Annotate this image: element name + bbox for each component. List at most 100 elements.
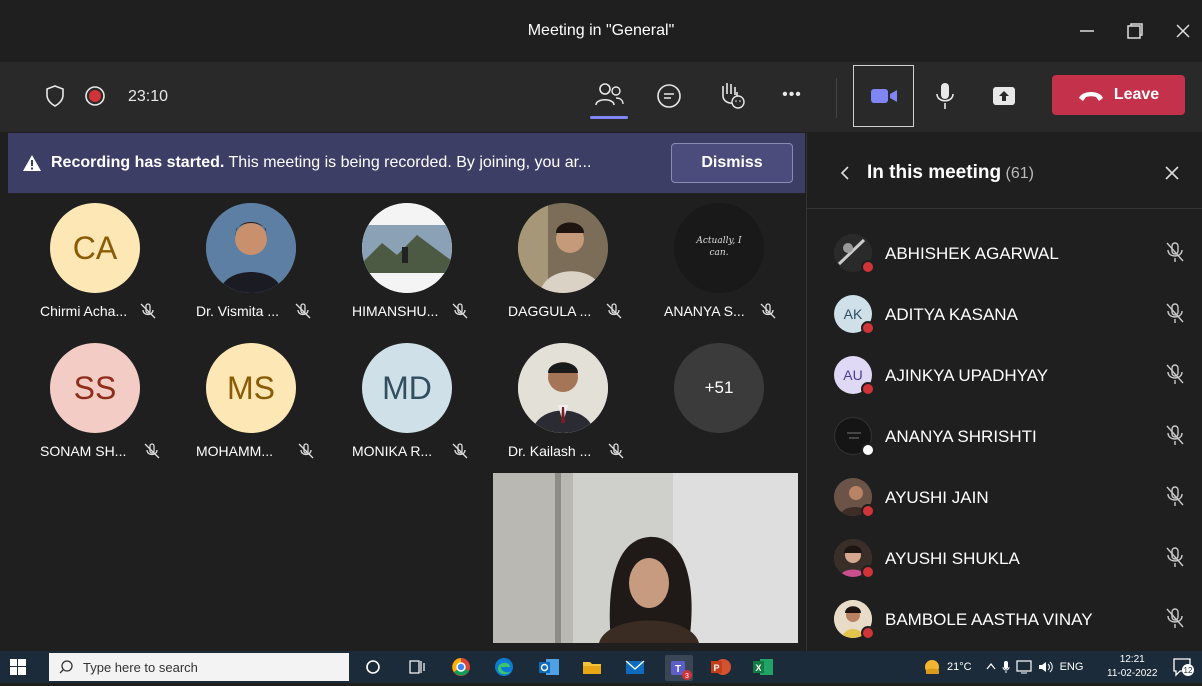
shield-icon[interactable] [44,84,66,108]
clock-time: 12:21 [1119,654,1145,665]
clock-date: 11-02-2022 [1107,668,1158,679]
participant-name: Dr. Vismita ... [196,303,279,319]
status-badge [861,504,875,518]
microphone-tray-icon[interactable] [1002,660,1010,674]
svg-text:T: T [675,664,681,675]
avatar [206,203,296,293]
search-placeholder: Type here to search [83,659,198,675]
muted-mic-icon [452,443,468,462]
participant-tile[interactable]: HIMANSHU... [324,193,474,323]
chrome-icon[interactable] [451,657,471,682]
participants-panel: In this meeting (61) ABHISHEK AGARWAL AK… [806,133,1202,651]
edge-icon[interactable] [494,657,514,682]
participant-row[interactable]: AYUSHI SHUKLA [807,527,1202,588]
muted-mic-icon [140,303,156,322]
muted-mic-icon[interactable] [1165,485,1185,507]
temperature[interactable]: 21°C [947,661,972,673]
participant-name: MONIKA R... [352,443,433,459]
meeting-timer: 23:10 [128,88,169,105]
chat-icon[interactable] [655,82,683,110]
mail-icon[interactable] [625,657,645,682]
avatar: CA [50,203,140,293]
participant-row[interactable]: BAMBOLE AASTHA VINAY [807,588,1202,649]
participant-name: ADITYA KASANA [885,305,1018,324]
more-participants-tile[interactable]: +51 [636,333,786,463]
close-icon[interactable] [1168,16,1198,46]
microphone-icon[interactable] [933,80,957,112]
avatar: MD [362,343,452,433]
more-options-button[interactable]: ••• [776,84,808,106]
leave-button[interactable]: Leave [1052,75,1185,115]
outlook-icon[interactable] [538,657,560,682]
close-panel-icon[interactable] [1164,165,1180,181]
dismiss-button[interactable]: Dismiss [671,143,793,183]
participant-row[interactable]: AYUSHI JAIN [807,466,1202,527]
hang-up-icon [1078,92,1103,101]
windows-start-icon[interactable] [10,659,26,680]
participant-row[interactable]: ABHISHEK AGARWAL [807,222,1202,283]
participant-tile[interactable]: CA Chirmi Acha... [12,193,162,323]
participant-name: AYUSHI SHUKLA [885,549,1020,568]
banner-bold-text: Recording has started. [51,154,225,171]
participant-tile[interactable]: MD MONIKA R... [324,333,474,463]
svg-text:P: P [713,663,719,673]
network-icon[interactable] [1015,660,1032,674]
system-tray: 21°C ENG [923,651,1083,683]
minimize-icon[interactable] [1072,16,1102,46]
participants-icon[interactable] [593,80,625,110]
input-language[interactable]: ENG [1060,661,1084,673]
self-video-preview [493,473,798,643]
muted-mic-icon[interactable] [1165,302,1185,324]
file-explorer-icon[interactable] [582,657,602,682]
back-chevron-icon[interactable] [839,165,851,181]
restore-icon[interactable] [1120,16,1150,46]
task-view-icon[interactable] [409,659,425,680]
volume-icon[interactable] [1038,660,1054,674]
muted-mic-icon [606,303,622,322]
participant-row[interactable]: AU AJINKYA UPADHYAY [807,344,1202,405]
taskbar: Type here to search T3 P X 21°C ENG 12:2… [0,651,1202,683]
panel-title: In this meeting (61) [867,162,1034,183]
camera-button[interactable] [853,65,914,127]
recording-icon [84,85,106,107]
participant-tile[interactable]: MS MOHAMM... [168,333,318,463]
participant-row[interactable]: ANANYA SHRISHTI [807,405,1202,466]
powerpoint-icon[interactable]: P [710,657,732,682]
taskbar-search[interactable]: Type here to search [49,653,349,681]
participant-name: Dr. Kailash ... [508,443,592,459]
muted-mic-icon[interactable] [1165,241,1185,263]
participant-name: ANANYA SHRISHTI [885,427,1037,446]
share-screen-icon[interactable] [990,84,1018,108]
participant-tile[interactable]: Actually, I can. ANANYA S... [636,193,786,323]
avatar [518,203,608,293]
leave-label: Leave [1113,86,1160,103]
participant-name: AJINKYA UPADHYAY [885,366,1049,385]
participant-name: HIMANSHU... [352,303,439,319]
overflow-count[interactable]: +51 [674,343,764,433]
participant-name: BAMBOLE AASTHA VINAY [885,610,1093,629]
chevron-up-icon[interactable] [986,661,996,673]
muted-mic-icon [298,443,314,462]
muted-mic-icon[interactable] [1165,363,1185,385]
participant-name: ABHISHEK AGARWAL [885,244,1059,263]
meeting-toolbar: 23:10 ••• Leave [0,62,1202,132]
muted-mic-icon [452,303,468,322]
muted-mic-icon[interactable] [1165,546,1185,568]
participant-tile[interactable]: DAGGULA ... [480,193,630,323]
muted-mic-icon [144,443,160,462]
weather-icon[interactable] [923,658,941,676]
participant-tile[interactable]: Dr. Vismita ... [168,193,318,323]
participant-tile[interactable]: Dr. Kailash ... [480,333,630,463]
excel-icon[interactable]: X [752,657,774,682]
participant-row[interactable]: AK ADITYA KASANA [807,283,1202,344]
participant-tile[interactable]: SS SONAM SH... [12,333,162,463]
cortana-icon[interactable] [365,659,381,680]
reactions-icon[interactable] [717,80,745,110]
teams-icon[interactable]: T3 [665,655,693,681]
muted-mic-icon[interactable] [1165,607,1185,629]
avatar: Actually, I can. [674,203,764,293]
clock[interactable]: 12:21 11-02-2022 [1107,651,1157,683]
active-tab-indicator [590,116,628,119]
muted-mic-icon[interactable] [1165,424,1185,446]
notification-center-icon[interactable]: 12 [1172,657,1194,682]
